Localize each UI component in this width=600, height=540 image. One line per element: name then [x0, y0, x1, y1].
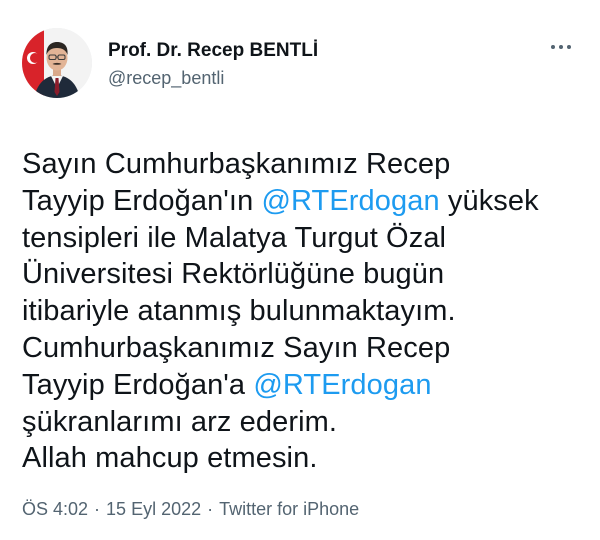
tweet-text-line: Cumhurbaşkanımız Sayın Recep: [22, 330, 582, 367]
author-display-name[interactable]: Prof. Dr. Recep BENTLİ: [108, 40, 578, 62]
mention-link[interactable]: @RTErdogan: [253, 369, 431, 401]
mention-link[interactable]: @RTErdogan: [261, 185, 439, 217]
author-identity: Prof. Dr. Recep BENTLİ @recep_bentli: [108, 28, 578, 90]
tweet-card: Prof. Dr. Recep BENTLİ @recep_bentli Say…: [0, 0, 600, 540]
meta-separator: ·: [94, 499, 101, 519]
tweet-text-line: Üniversitesi Rektörlüğüne bugün: [22, 256, 582, 293]
tweet-text-line: itibariyle atanmış bulunmaktayım.: [22, 293, 582, 330]
tweet-text-line: tensipleri ile Malatya Turgut Özal: [22, 220, 582, 257]
tweet-time[interactable]: ÖS 4:02: [22, 499, 88, 519]
tweet-text-segment: Allah mahcup etmesin.: [22, 442, 318, 475]
tweet-meta: ÖS 4:02 · 15 Eyl 2022 · Twitter for iPhone: [22, 497, 359, 521]
tweet-text-segment: Sayın Cumhurbaşkanımız Recep: [22, 148, 451, 180]
tweet-text-line: şükranlarımı arz ederim.: [22, 404, 582, 441]
tweet-date[interactable]: 15 Eyl 2022: [106, 499, 201, 519]
tweet-text-segment: şükranlarımı arz ederim.: [22, 405, 338, 438]
more-horizontal-icon: [549, 45, 573, 49]
tweet-text: Sayın Cumhurbaşkanımız Recep Tayyip Erdoğ…: [22, 146, 582, 477]
tweet-text-line: Tayyip Erdoğan'a @RTErdogan: [22, 367, 582, 404]
tweet-header: Prof. Dr. Recep BENTLİ @recep_bentli: [22, 28, 578, 100]
tweet-text-segment: yüksek: [439, 184, 539, 217]
more-options-button[interactable]: [544, 36, 578, 58]
avatar-image: [22, 28, 92, 98]
tweet-text-line: Allah mahcup etmesin.: [22, 440, 582, 477]
tweet-text-segment: tensipleri ile Malatya Turgut Özal: [22, 221, 447, 254]
tweet-text-line: Tayyip Erdoğan'ın @RTErdogan yüksek: [22, 183, 582, 220]
tweet-source[interactable]: Twitter for iPhone: [219, 499, 359, 519]
author-handle[interactable]: @recep_bentli: [108, 66, 578, 90]
tweet-text-segment: Tayyip Erdoğan'ın: [22, 184, 262, 217]
tweet-text-segment: itibariyle atanmış bulunmaktayım.: [22, 295, 456, 328]
avatar[interactable]: [22, 28, 92, 98]
tweet-text-line: Sayın Cumhurbaşkanımız Recep: [22, 146, 582, 183]
tweet-text-segment: Cumhurbaşkanımız Sayın Recep: [22, 331, 451, 364]
tweet-text-segment: Tayyip Erdoğan'a: [22, 368, 254, 401]
tweet-text-segment: Üniversitesi Rektörlüğüne bugün: [22, 258, 445, 291]
meta-separator: ·: [207, 499, 214, 519]
